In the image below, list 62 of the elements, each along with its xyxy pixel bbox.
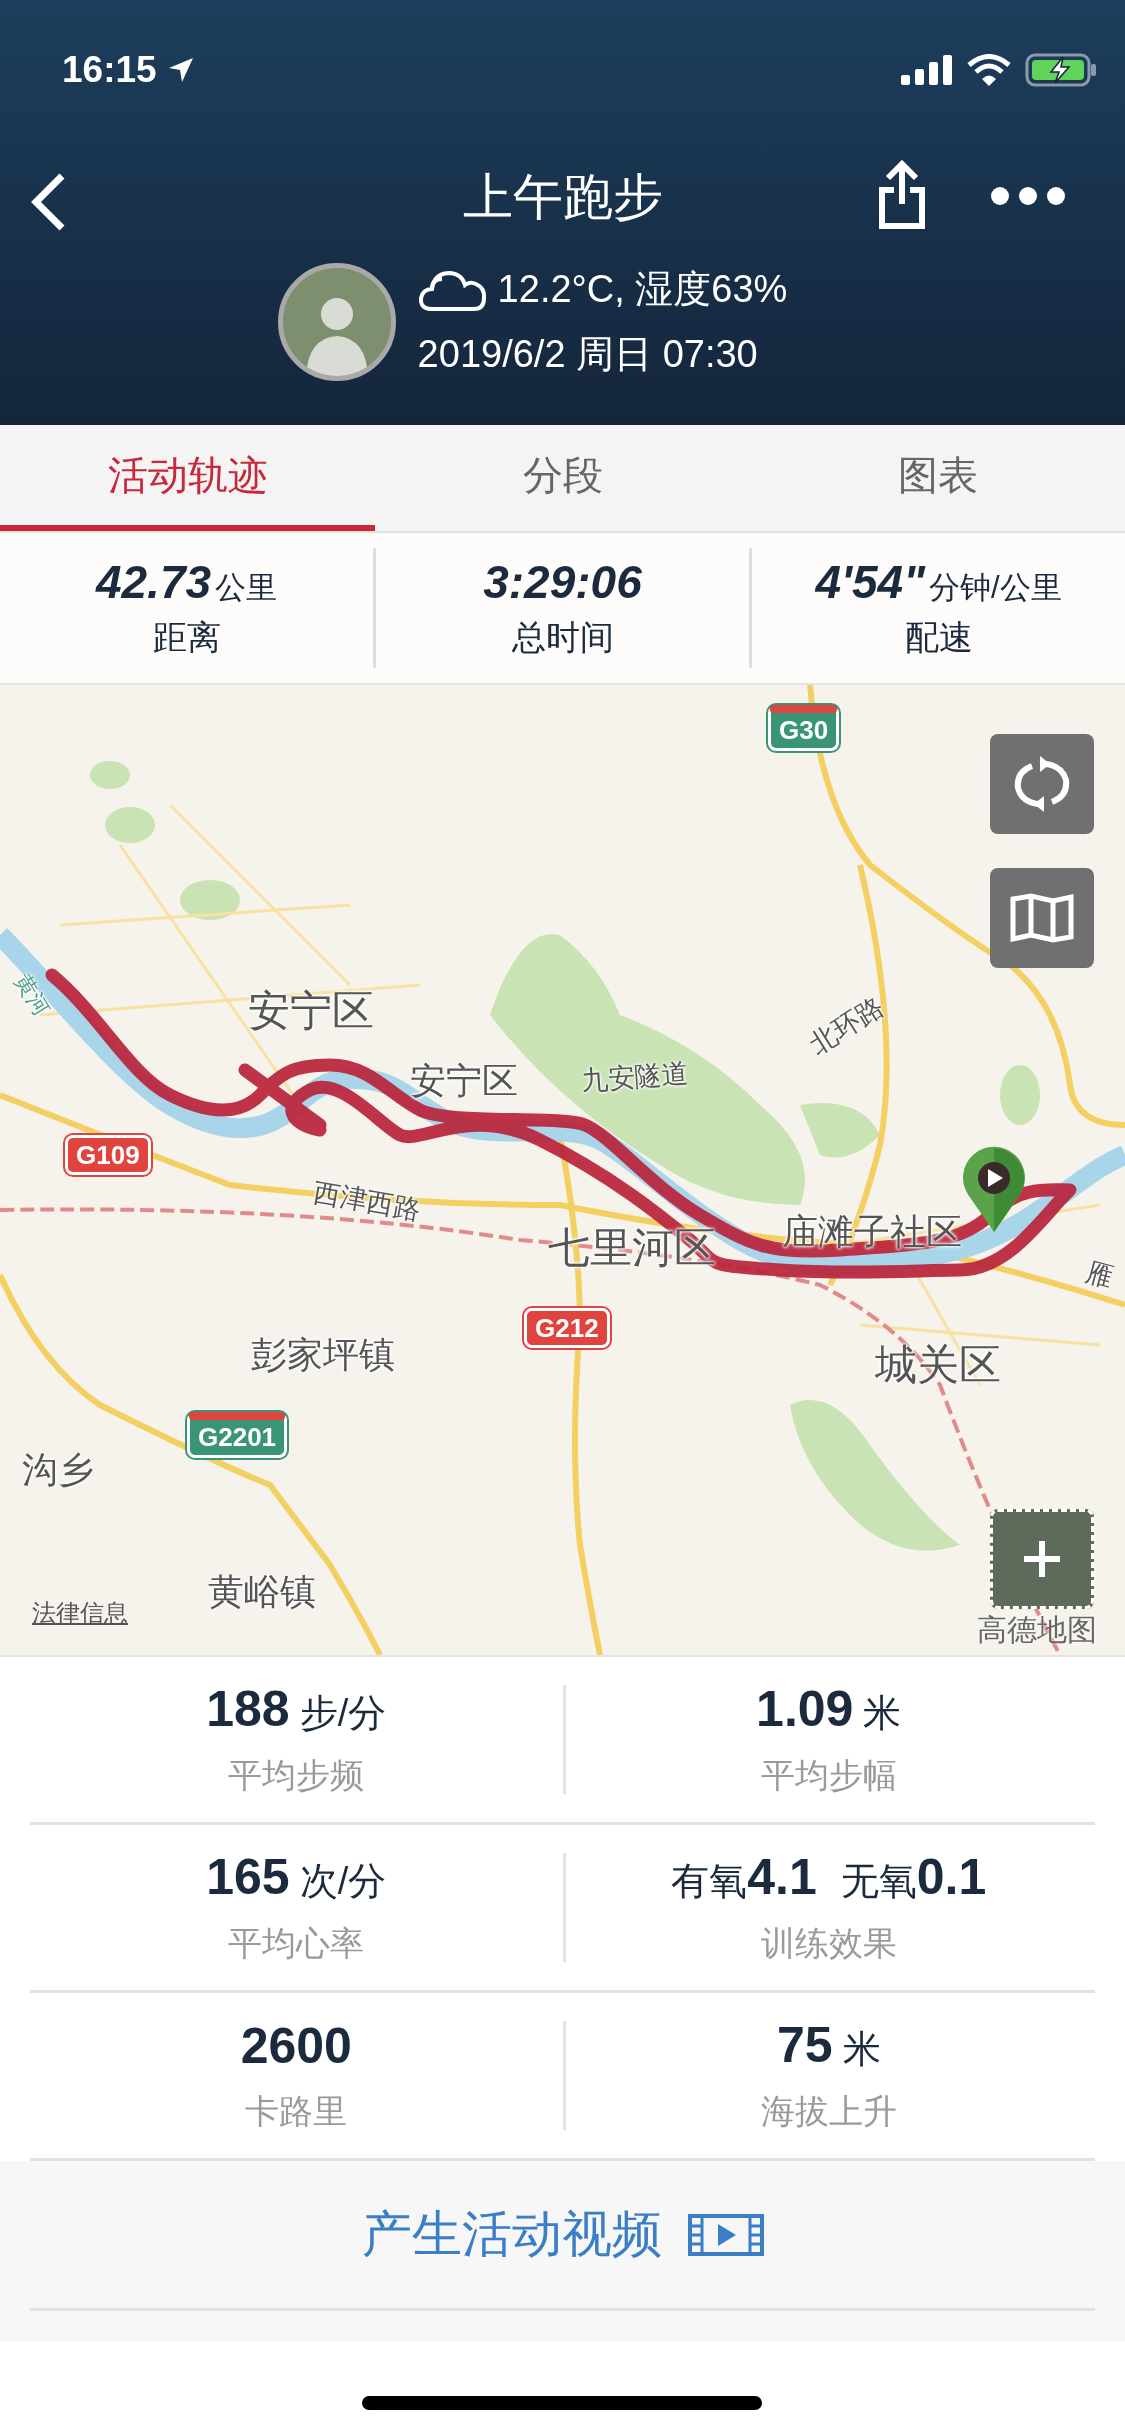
metric-value: 75 [776,2016,833,2074]
metric-label: 平均步频 [228,1755,365,1796]
map-attribution: 高德地图 [977,1612,1097,1648]
map-label: 西津西路 [310,1178,423,1226]
road-shield: G30 [768,705,840,751]
metric-value: 1.09 [756,1680,854,1738]
road-shield: G109 [65,1135,151,1175]
stat-value: 4'54" [815,555,925,609]
map-label: 雁 [1082,1258,1117,1294]
metric-label: 卡路里 [245,2090,348,2132]
stat-value: 3:29:06 [483,555,642,609]
road-shield: G2201 [187,1412,288,1458]
map-label: 北环路 [805,992,890,1061]
map-label: 黄峪镇 [208,1572,316,1612]
map-label: 黄河 [9,970,54,1021]
stat-unit: 公里 [215,569,278,607]
map-label: 安宁区 [410,1061,518,1101]
metric-unit: 米 [863,1691,902,1736]
map-label: 沟乡 [22,1450,94,1490]
map-label: 彭家坪镇 [251,1335,395,1375]
stat-unit: 分钟/公里 [928,569,1062,607]
metric-value: 0.1 [916,1848,987,1906]
legal-info-link[interactable]: 法律信息 [32,1597,128,1629]
wifi-icon [967,54,1011,86]
share-icon[interactable] [878,160,926,230]
stat-label: 总时间 [511,617,614,658]
metric-label: 平均步幅 [760,1755,897,1796]
map-label: 城关区 [875,1342,1001,1389]
film-play-icon [687,2213,764,2256]
metric-value: 188 [206,1680,290,1738]
activity-title: 上午跑步 [462,168,663,227]
stat-value: 42.73 [95,555,212,609]
map-label: 九安隧道 [580,1059,690,1097]
folded-map-icon [1010,893,1074,943]
stat-label: 距离 [152,617,221,658]
metric-value: 4.1 [747,1848,817,1906]
road-shield: G212 [524,1308,610,1348]
replay-button[interactable] [990,734,1094,834]
metric-unit: 无氧 [840,1859,917,1904]
weather-text: 12.2°C, 湿度63% [497,267,788,312]
metric-unit: 有氧 [671,1859,748,1904]
map-type-button[interactable] [990,868,1094,968]
metric-value: 165 [206,1848,290,1906]
stat-label: 配速 [904,617,973,658]
metric-unit: 步/分 [299,1691,387,1736]
metric-label: 平均心率 [228,1923,365,1964]
metric-unit: 次/分 [299,1859,387,1904]
plus-icon [1022,1539,1062,1579]
metric-value: 2600 [240,2016,352,2075]
tab[interactable]: 图表 [750,425,1125,531]
metric-unit: 米 [842,2027,881,2072]
signal-icon [901,55,953,85]
status-time: 16:15 [62,49,157,91]
more-options-icon[interactable] [990,186,1066,206]
metric-label: 训练效果 [760,1923,897,1964]
metric-label: 海拔上升 [760,2091,897,2132]
activity-datetime: 2019/6/2 周日 07:30 [417,332,759,377]
map-label: 安宁区 [248,988,374,1035]
battery-charging-icon [1025,53,1097,87]
tab[interactable]: 分段 [375,425,750,531]
zoom-in-button[interactable] [990,1509,1094,1609]
start-pin-icon [961,1146,1027,1234]
